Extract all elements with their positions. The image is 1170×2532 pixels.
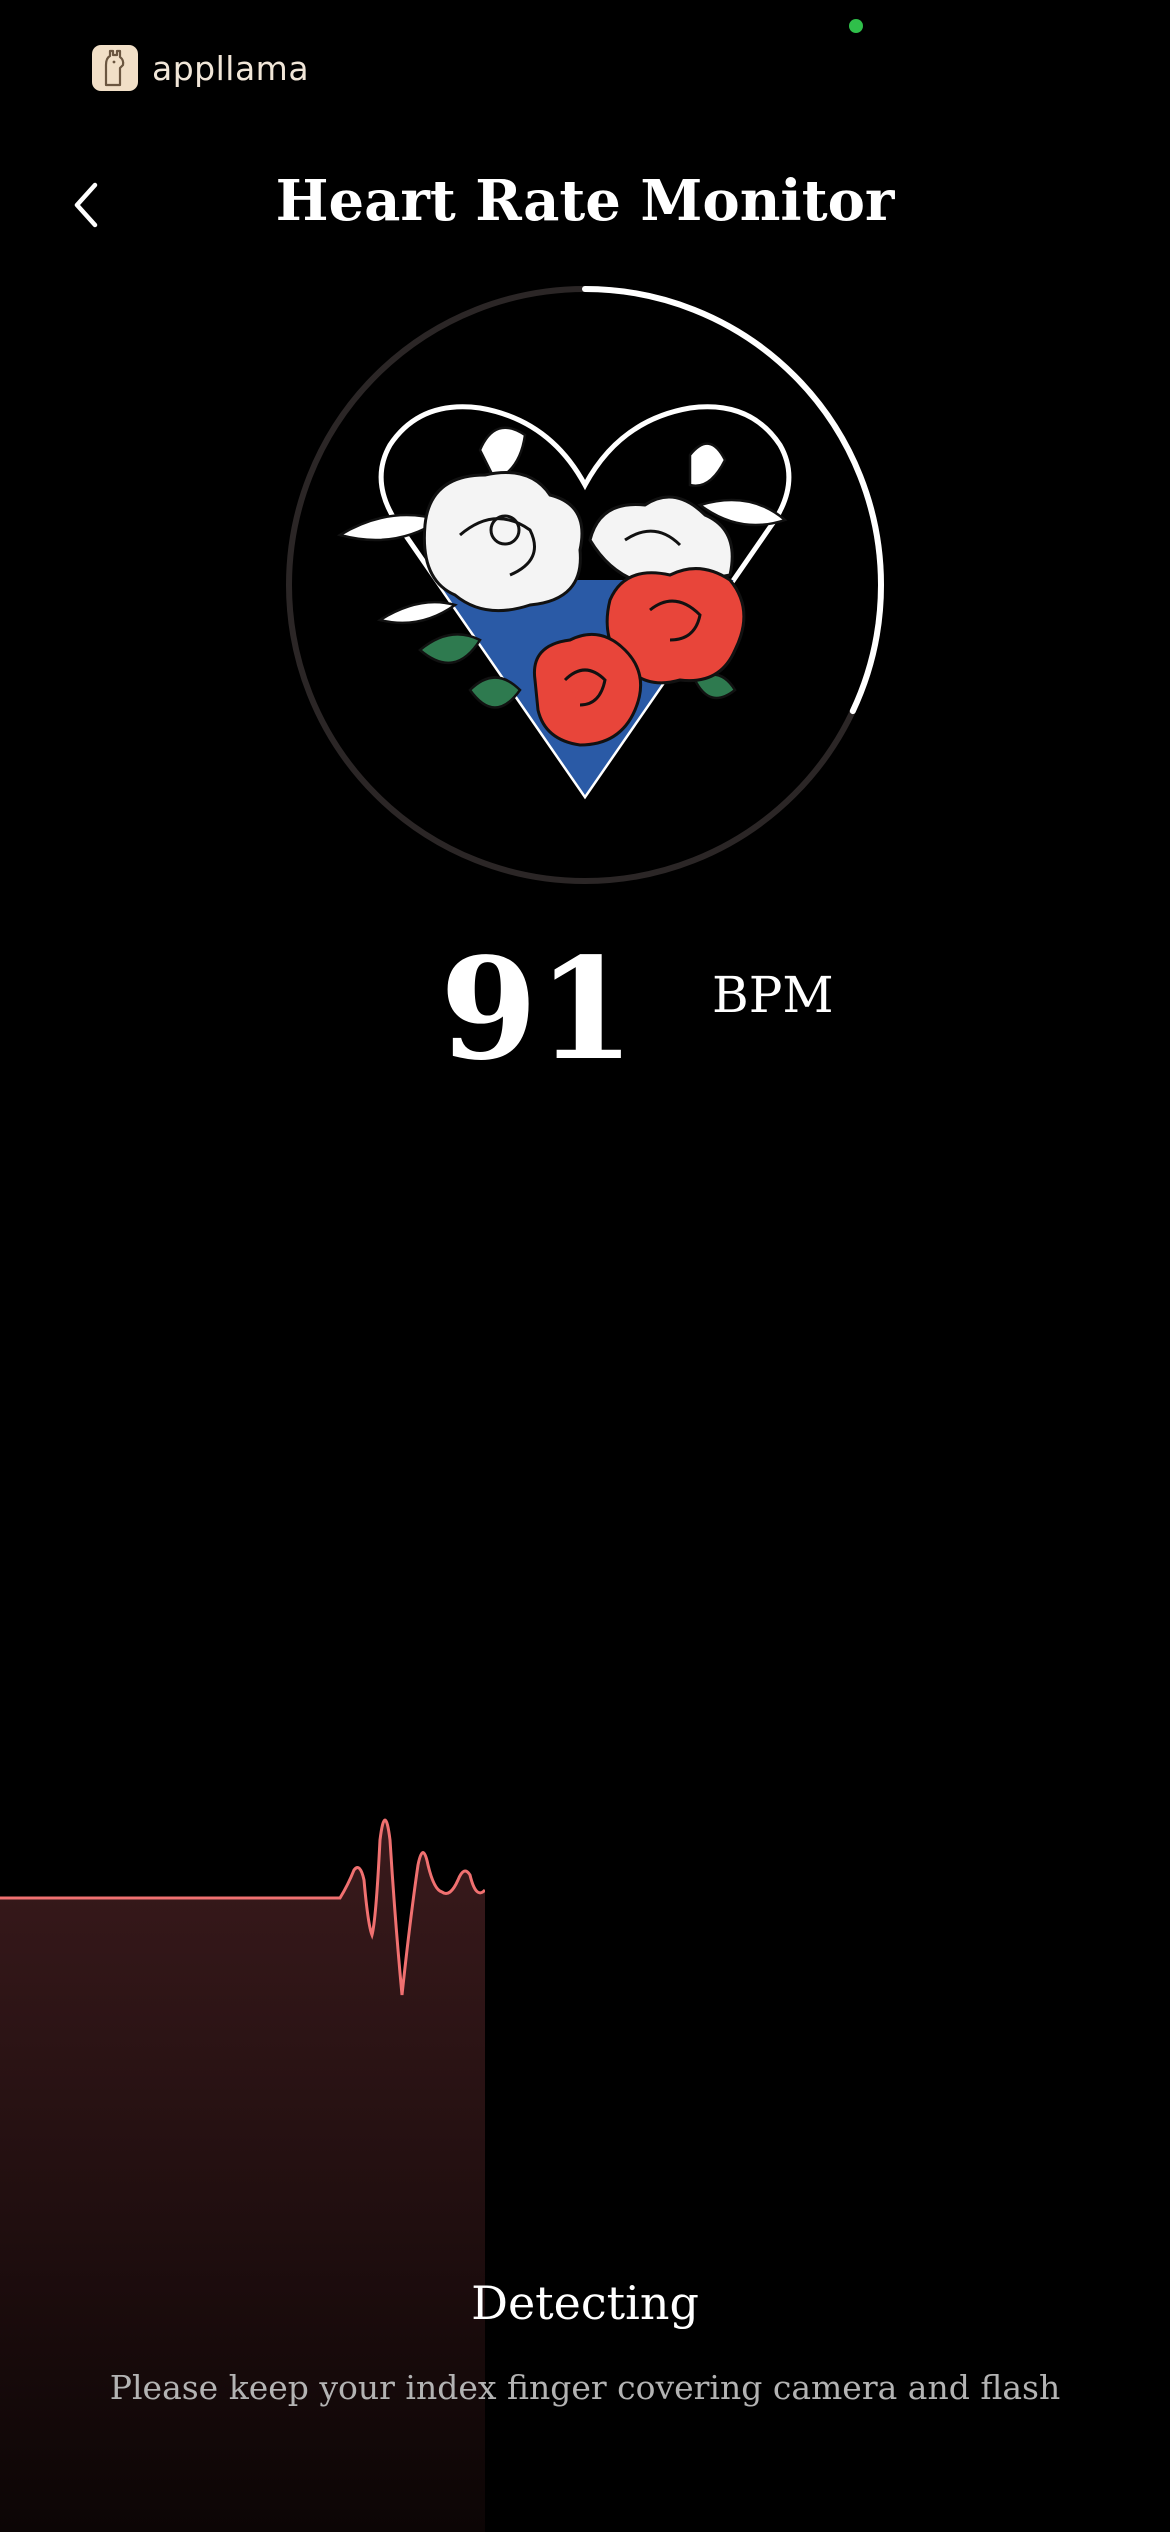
waveform-fill-area xyxy=(0,1820,485,2532)
bpm-value: 91 xyxy=(440,928,635,1092)
brand-watermark: appllama xyxy=(92,44,309,92)
heart-rate-progress-ring xyxy=(280,280,890,890)
brand-name: appllama xyxy=(152,48,310,88)
status-label: Detecting xyxy=(471,2276,699,2330)
instruction-text: Please keep your index finger covering c… xyxy=(109,2368,1061,2407)
llama-logo-icon xyxy=(92,45,138,91)
rose-heart-illustration xyxy=(336,404,792,800)
camera-indicator-dot xyxy=(849,19,863,33)
bpm-unit-label: BPM xyxy=(712,966,834,1024)
page-title: Heart Rate Monitor xyxy=(275,168,895,234)
pulse-waveform xyxy=(0,1818,485,2532)
